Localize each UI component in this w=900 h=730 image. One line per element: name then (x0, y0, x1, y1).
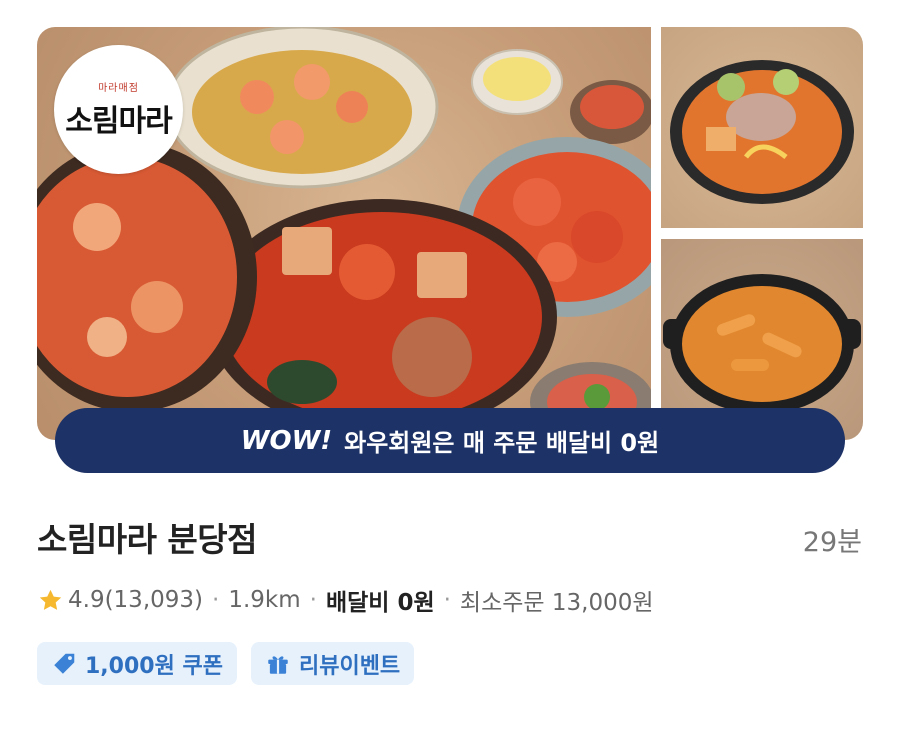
store-name: 소림마라 분당점 (37, 520, 258, 559)
min-order-text: 최소주문 13,000원 (459, 590, 654, 616)
gift-icon (268, 655, 288, 674)
coupon-tag[interactable]: 1,000원 쿠폰 (37, 642, 237, 685)
promo-tags: 1,000원 쿠폰 리뷰이벤트 (37, 642, 415, 685)
delivery-eta: 29분 (802, 527, 862, 558)
separator-dot: · (309, 587, 317, 613)
photo-gallery[interactable]: 마라매점 소림마라 (37, 27, 863, 440)
wow-membership-banner[interactable]: WOW! 와우회원은 매 주문 배달비 0원 (55, 408, 845, 473)
rating-text: 4.9(13,093) (68, 587, 204, 613)
wow-banner-text: 와우회원은 매 주문 배달비 0원 (344, 429, 660, 457)
distance-text: 1.9km (228, 587, 301, 613)
brand-logo: 마라매점 소림마라 (54, 45, 183, 174)
food-illustration (670, 60, 854, 204)
review-event-tag[interactable]: 리뷰이벤트 (250, 642, 415, 685)
coupon-tag-icon (54, 653, 75, 674)
logo-text: 소림마라 (65, 104, 172, 139)
store-meta-row: 4.9(13,093) · 1.9km · 배달비 0원 · 최소주문 13,0… (37, 583, 654, 617)
logo-subtitle: 마라매점 (98, 83, 139, 94)
review-event-label: 리뷰이벤트 (298, 653, 401, 679)
separator-dot: · (212, 587, 220, 613)
separator-dot: · (443, 587, 451, 613)
main-food-photo: 마라매점 소림마라 (37, 27, 651, 440)
coupon-tag-label: 1,000원 쿠폰 (85, 653, 223, 679)
star-icon (39, 589, 62, 610)
side-food-photo-top (661, 27, 863, 228)
delivery-fee-text: 배달비 0원 (325, 590, 435, 616)
wow-logo: WOW! (240, 425, 333, 456)
store-card[interactable]: 마라매점 소림마라 WOW! 와우회원은 매 주문 배달비 0원 소림마라 분당… (0, 0, 900, 730)
